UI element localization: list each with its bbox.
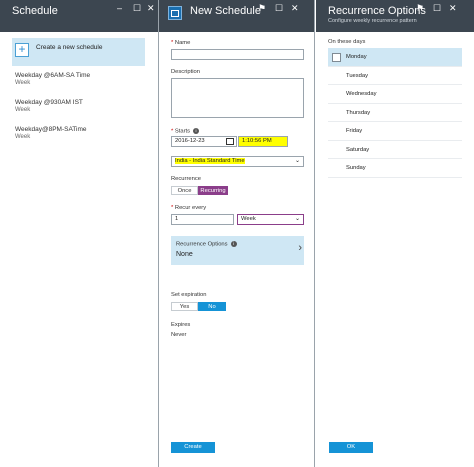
chevron-right-icon: › (298, 242, 302, 254)
create-button[interactable]: Create (171, 442, 215, 453)
start-date-value: 2016-12-23 (175, 138, 205, 144)
day-label: Sunday (346, 165, 366, 171)
start-time-input[interactable]: 1:10:56 PM (238, 136, 288, 147)
checkbox[interactable] (332, 53, 341, 62)
new-schedule-header: New Schedule ⚑ ☐ ✕ (159, 0, 314, 32)
recurrence-options-subtitle: Configure weekly recurrence pattern (328, 18, 417, 24)
day-label: Tuesday (346, 72, 369, 79)
recurrence-options-title: Recurrence Options (328, 5, 426, 17)
day-item-monday[interactable]: Monday (328, 48, 462, 67)
recurrence-once-option[interactable]: Once (171, 186, 198, 195)
schedule-header: Schedule ‒ ☐ ✕ (0, 0, 158, 32)
day-item-tuesday[interactable]: Tuesday (328, 67, 462, 85)
day-item-saturday[interactable]: Saturday (328, 141, 462, 159)
start-date-input[interactable]: 2016-12-23 (171, 136, 237, 147)
schedule-name: Weekday@8PM-SATime (15, 126, 87, 133)
pin-icon[interactable]: ⚑ (416, 4, 424, 13)
info-icon: i (230, 241, 237, 247)
day-item-sunday[interactable]: Sunday (328, 159, 462, 178)
timezone-value: India - India Standard Time (175, 158, 245, 164)
info-icon: i (193, 128, 200, 134)
maximize-icon[interactable]: ☐ (433, 4, 441, 13)
day-item-thursday[interactable]: Thursday (328, 104, 462, 122)
on-these-days-label: On these days (328, 39, 366, 45)
chevron-down-icon: ⌄ (294, 158, 300, 164)
recur-unit-value: Week (241, 216, 256, 222)
day-label: Monday (346, 54, 367, 60)
expiration-yes-option[interactable]: Yes (171, 302, 198, 311)
pin-icon[interactable]: ⚑ (258, 4, 266, 13)
schedule-name: Weekday @6AM-SA Time (15, 72, 91, 79)
timezone-select[interactable]: India - India Standard Time ⌄ (171, 156, 304, 167)
plus-icon: + (15, 43, 29, 57)
recurrence-label: Recurrence (171, 176, 201, 182)
calendar-picker-icon[interactable] (226, 138, 234, 145)
name-label: * Name (171, 40, 191, 46)
recurrence-options-button[interactable]: Recurrence Options i None › (171, 236, 304, 265)
starts-label: * Starts i (171, 128, 200, 135)
maximize-icon[interactable]: ☐ (133, 4, 141, 13)
close-icon[interactable]: ✕ (291, 4, 299, 13)
recurrence-options-value: None (176, 251, 193, 258)
recurrence-recurring-option[interactable]: Recurring (198, 186, 228, 195)
ok-button[interactable]: OK (329, 442, 373, 453)
days-list: Monday Tuesday Wednesday Thursday Friday… (328, 48, 462, 178)
schedule-item[interactable]: Weekday @930AM IST Week (15, 99, 83, 113)
schedule-title: Schedule (12, 5, 58, 17)
day-label: Wednesday (346, 91, 377, 97)
close-icon[interactable]: ✕ (449, 4, 457, 13)
minimize-icon[interactable]: ‒ (117, 4, 122, 13)
day-item-wednesday[interactable]: Wednesday (328, 85, 462, 104)
close-icon[interactable]: ✕ (147, 4, 155, 13)
day-label: Friday (346, 128, 363, 134)
schedule-frequency: Week (15, 80, 31, 86)
calendar-icon (168, 6, 182, 20)
day-label: Saturday (346, 146, 370, 153)
recurrence-options-header: Recurrence Options Configure weekly recu… (316, 0, 474, 32)
recurrence-options-label: Recurrence Options i (176, 241, 237, 248)
expiration-no-option[interactable]: No (198, 302, 226, 311)
recur-every-label: * Recur every (171, 205, 207, 211)
name-input[interactable] (171, 49, 304, 60)
schedule-item[interactable]: Weekday@8PM-SATime Week (15, 126, 87, 140)
day-item-friday[interactable]: Friday (328, 122, 462, 141)
expires-value: Never (171, 332, 187, 338)
description-textarea[interactable] (171, 78, 304, 118)
create-new-schedule-button[interactable]: + Create a new schedule (12, 38, 145, 66)
recur-unit-select[interactable]: Week ⌄ (237, 214, 304, 225)
description-label: Description (171, 69, 200, 75)
schedule-frequency: Week (15, 134, 31, 140)
maximize-icon[interactable]: ☐ (275, 4, 283, 13)
blade-divider (314, 0, 315, 467)
day-label: Thursday (346, 109, 371, 116)
create-new-schedule-label: Create a new schedule (36, 44, 103, 51)
schedule-blade: Schedule ‒ ☐ ✕ (0, 0, 158, 467)
schedule-name: Weekday @930AM IST (15, 99, 83, 106)
schedule-frequency: Week (15, 107, 31, 113)
expires-label: Expires (171, 322, 191, 328)
new-schedule-title: New Schedule (190, 5, 261, 17)
schedule-item[interactable]: Weekday @6AM-SA Time Week (15, 72, 90, 86)
recur-every-input[interactable]: 1 (171, 214, 234, 225)
set-expiration-label: Set expiration (171, 292, 207, 298)
chevron-down-icon: ⌄ (294, 216, 300, 222)
